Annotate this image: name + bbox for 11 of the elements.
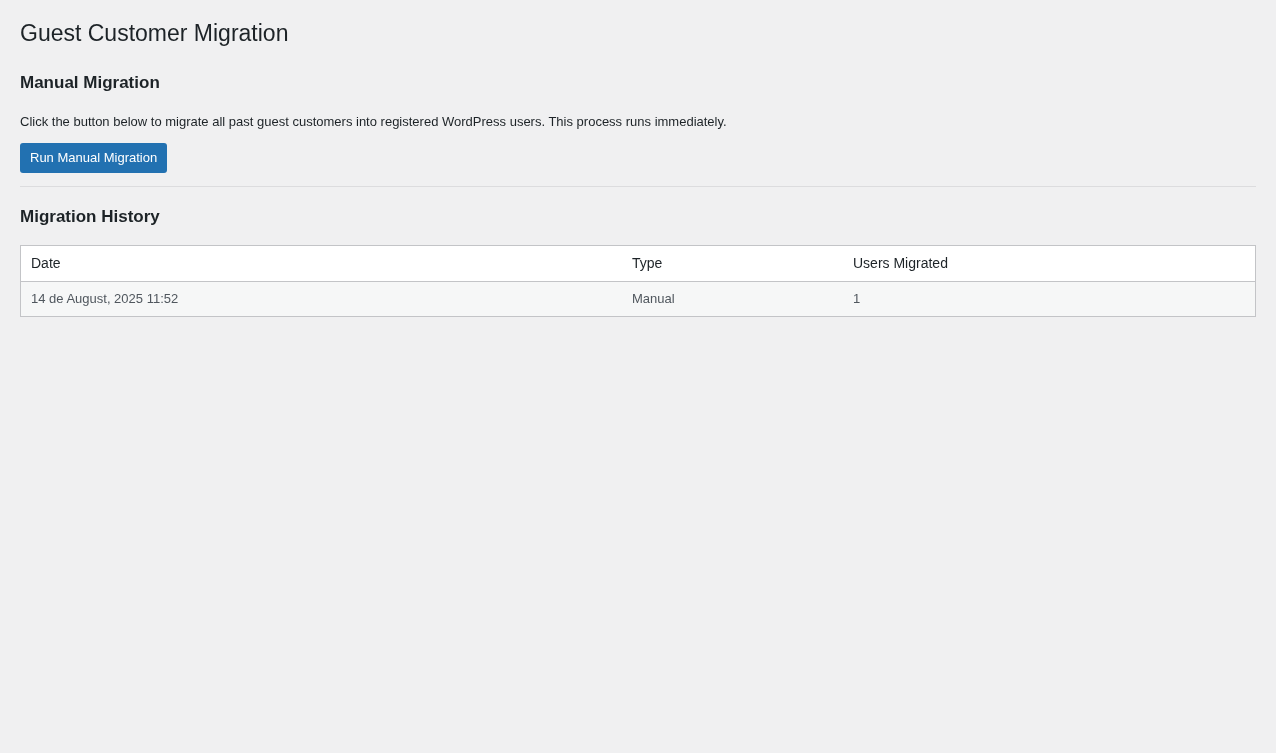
- table-cell: 1: [843, 281, 1256, 316]
- section-heading: Manual Migration: [20, 72, 161, 94]
- table-cell: 14 de August, 2025 11:52: [20, 281, 622, 316]
- run-migration-button[interactable]: Run Manual Migration: [20, 143, 168, 173]
- table-cell: Manual: [621, 281, 843, 316]
- section-heading: Migration History: [20, 206, 161, 228]
- description-text: Click the button below to migrate all past guest customers into registered WordPress users. This process runs immediately.: [20, 112, 728, 131]
- column-header: Users Migrated: [843, 245, 1256, 281]
- column-header: Date: [20, 245, 622, 281]
- page-title: Guest Customer Migration: [20, 19, 290, 48]
- column-header: Type: [621, 245, 843, 281]
